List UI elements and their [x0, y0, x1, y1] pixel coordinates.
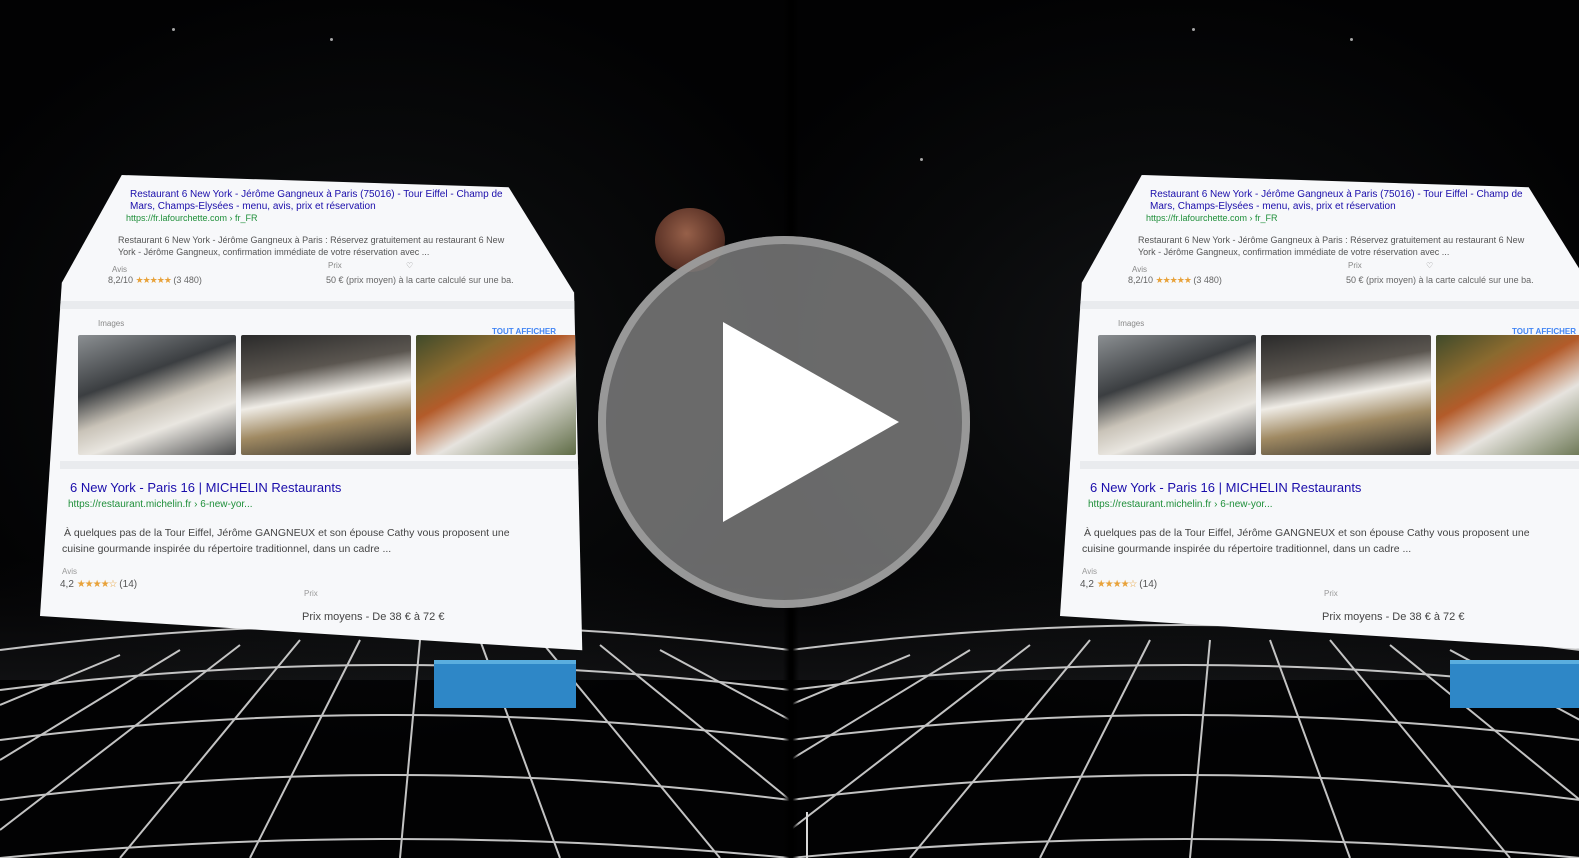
rating-value: 8,2/10: [1128, 275, 1154, 285]
play-button[interactable]: [598, 236, 970, 608]
michelin-rating-value: 4,2: [60, 579, 74, 590]
images-heading: Images: [98, 319, 125, 328]
image-thumbnail[interactable]: [78, 335, 236, 455]
section-divider: [60, 301, 580, 309]
michelin-result-snippet-line2: cuisine gourmande inspirée du répertoire…: [62, 543, 392, 555]
result-title-line2[interactable]: Mars, Champs-Elysées - menu, avis, prix …: [130, 201, 376, 212]
result-url: https://fr.lafourchette.com › fr_FR: [1146, 213, 1278, 223]
michelin-rating-count: (14): [1139, 579, 1158, 590]
section-divider: [1080, 461, 1579, 469]
michelin-result-snippet-line2: cuisine gourmande inspirée du répertoire…: [1082, 543, 1412, 555]
search-results-panel: Restaurant 6 New York - Jérôme Gangneux …: [40, 175, 585, 665]
michelin-rating-label: Avis: [1082, 567, 1097, 576]
image-thumbnail[interactable]: [1261, 335, 1431, 455]
result-price: 50 € (prix moyen) à la carte calculé sur…: [326, 275, 514, 285]
michelin-result-snippet: À quelques pas de la Tour Eiffel, Jérôme…: [64, 527, 510, 539]
image-thumbnail[interactable]: [1436, 335, 1579, 455]
michelin-rating: 4,2 ★★★★☆ (14): [1080, 579, 1157, 590]
michelin-result-url: https://restaurant.michelin.fr › 6-new-y…: [1088, 499, 1273, 510]
section-divider: [60, 461, 583, 469]
price-label: Prix: [1348, 261, 1362, 270]
vr-center-marker: [806, 812, 808, 858]
rating-label: Avis: [112, 265, 127, 274]
vr-panel-base: [434, 660, 576, 708]
michelin-rating-stars-icon: ★★★★☆: [76, 579, 118, 590]
michelin-result-snippet: À quelques pas de la Tour Eiffel, Jérôme…: [1084, 527, 1530, 539]
star: [920, 158, 923, 161]
michelin-result-title[interactable]: 6 New York - Paris 16 | MICHELIN Restaur…: [70, 480, 341, 495]
michelin-rating: 4,2 ★★★★☆ (14): [60, 579, 137, 590]
result-url: https://fr.lafourchette.com › fr_FR: [126, 213, 258, 223]
image-thumbnail[interactable]: [241, 335, 411, 455]
star: [1192, 28, 1195, 31]
rating-stars-icon: ★★★★★: [135, 275, 172, 285]
michelin-rating-stars-icon: ★★★★☆: [1096, 579, 1138, 590]
rating-label: Avis: [1132, 265, 1147, 274]
image-carousel: [1098, 335, 1579, 455]
price-label: Prix: [328, 261, 342, 270]
result-snippet: Restaurant 6 New York - Jérôme Gangneux …: [118, 235, 505, 245]
images-heading: Images: [1118, 319, 1145, 328]
star: [1350, 38, 1353, 41]
image-carousel: [78, 335, 576, 455]
rating-count: (3 480): [1193, 275, 1222, 285]
heart-icon[interactable]: ♡: [406, 261, 413, 270]
result-title[interactable]: Restaurant 6 New York - Jérôme Gangneux …: [1150, 189, 1523, 200]
vr-video-stage: Restaurant 6 New York - Jérôme Gangneux …: [0, 0, 1579, 858]
play-icon: [723, 322, 899, 522]
result-snippet: Restaurant 6 New York - Jérôme Gangneux …: [1138, 235, 1525, 245]
star: [330, 38, 333, 41]
rating-value: 8,2/10: [108, 275, 134, 285]
image-thumbnail[interactable]: [416, 335, 576, 455]
michelin-result-url: https://restaurant.michelin.fr › 6-new-y…: [68, 499, 253, 510]
michelin-rating-value: 4,2: [1080, 579, 1094, 590]
result-price: 50 € (prix moyen) à la carte calculé sur…: [1346, 275, 1534, 285]
michelin-price: Prix moyens - De 38 € à 72 €: [302, 611, 445, 623]
michelin-rating-label: Avis: [62, 567, 77, 576]
result-rating: 8,2/10 ★★★★★ (3 480): [108, 275, 202, 286]
michelin-price-label: Prix: [1324, 589, 1338, 598]
michelin-rating-count: (14): [119, 579, 138, 590]
star: [172, 28, 175, 31]
result-snippet-line2: York - Jérôme Gangneux, confirmation imm…: [1138, 247, 1450, 257]
michelin-price: Prix moyens - De 38 € à 72 €: [1322, 611, 1465, 623]
result-snippet-line2: York - Jérôme Gangneux, confirmation imm…: [118, 247, 430, 257]
search-results-panel: Restaurant 6 New York - Jérôme Gangneux …: [1060, 175, 1579, 665]
result-title-line2[interactable]: Mars, Champs-Elysées - menu, avis, prix …: [1150, 201, 1396, 212]
heart-icon[interactable]: ♡: [1426, 261, 1433, 270]
rating-count: (3 480): [173, 275, 202, 285]
result-title[interactable]: Restaurant 6 New York - Jérôme Gangneux …: [130, 189, 503, 200]
michelin-price-label: Prix: [304, 589, 318, 598]
rating-stars-icon: ★★★★★: [1155, 275, 1192, 285]
section-divider: [1080, 301, 1579, 309]
vr-panel-base: [1450, 660, 1579, 708]
image-thumbnail[interactable]: [1098, 335, 1256, 455]
michelin-result-title[interactable]: 6 New York - Paris 16 | MICHELIN Restaur…: [1090, 480, 1361, 495]
result-rating: 8,2/10 ★★★★★ (3 480): [1128, 275, 1222, 286]
